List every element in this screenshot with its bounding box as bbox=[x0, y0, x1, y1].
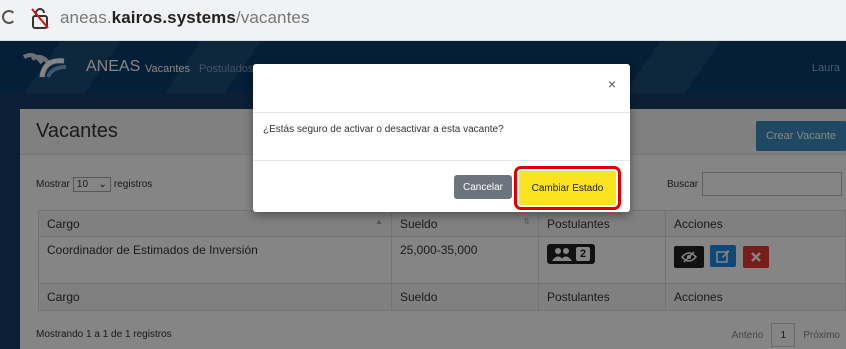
url-host: aneas. bbox=[60, 8, 112, 27]
url-text[interactable]: aneas.kairos.systems/vacantes bbox=[60, 8, 310, 28]
url-domain: kairos.systems bbox=[111, 8, 236, 27]
change-status-button[interactable]: Cambiar Estado bbox=[514, 166, 621, 210]
dialog-message: ¿Estás seguro de activar o desactivar a … bbox=[263, 124, 504, 135]
browser-address-bar: aneas.kairos.systems/vacantes bbox=[0, 0, 846, 41]
reload-icon[interactable] bbox=[2, 10, 16, 24]
url-path: /vacantes bbox=[235, 8, 310, 27]
dialog-divider bbox=[253, 160, 630, 161]
confirm-dialog: × ¿Estás seguro de activar o desactivar … bbox=[253, 64, 630, 212]
cancel-button[interactable]: Cancelar bbox=[454, 175, 512, 199]
not-secure-lock-icon[interactable] bbox=[30, 6, 50, 30]
close-icon[interactable]: × bbox=[608, 76, 616, 92]
dialog-divider bbox=[253, 112, 630, 113]
